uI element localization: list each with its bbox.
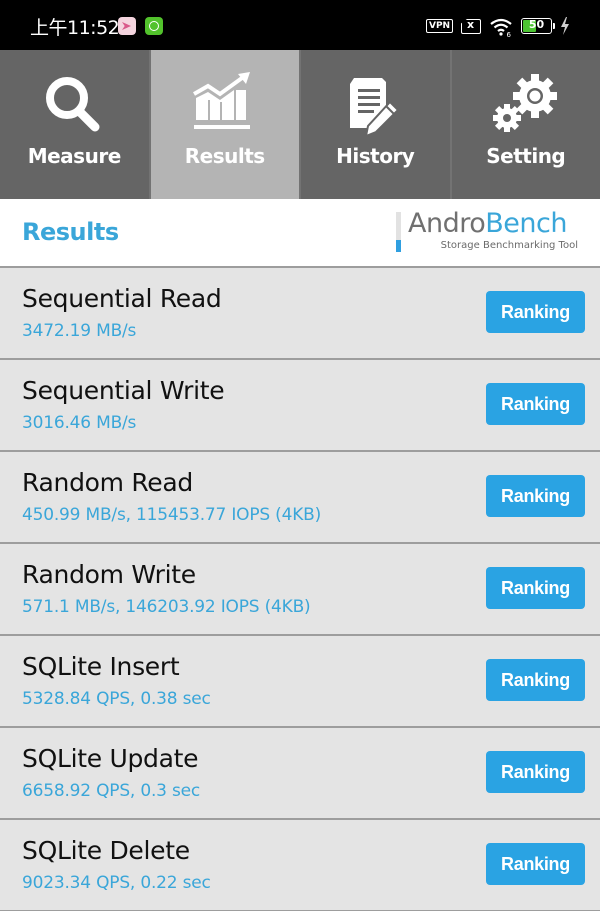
magnifier-icon bbox=[46, 77, 100, 132]
result-row-random-read: Random Read 450.99 MB/s, 115453.77 IOPS … bbox=[0, 452, 600, 544]
tab-results[interactable]: Results bbox=[150, 50, 301, 199]
result-name: Sequential Read bbox=[22, 284, 222, 313]
result-value: 9023.34 QPS, 0.22 sec bbox=[22, 873, 211, 893]
tab-bar: Measure Results History Setting bbox=[0, 50, 600, 199]
results-list: Sequential Read 3472.19 MB/s Ranking Seq… bbox=[0, 268, 600, 911]
ranking-button[interactable]: Ranking bbox=[486, 291, 585, 333]
battery-icon: 50 bbox=[521, 18, 552, 34]
result-value: 3016.46 MB/s bbox=[22, 413, 137, 433]
logo-wordmark: AndroBench bbox=[408, 208, 567, 239]
tab-setting[interactable]: Setting bbox=[451, 50, 600, 199]
clock: 上午11:52 bbox=[30, 17, 120, 39]
logo-bench: Bench bbox=[485, 208, 567, 239]
result-name: SQLite Delete bbox=[22, 836, 190, 865]
gears-icon bbox=[492, 74, 557, 132]
result-row-random-write: Random Write 571.1 MB/s, 146203.92 IOPS … bbox=[0, 544, 600, 636]
result-name: SQLite Update bbox=[22, 744, 199, 773]
result-row-sqlite-update: SQLite Update 6658.92 QPS, 0.3 sec Ranki… bbox=[0, 728, 600, 820]
wifi-sub-label: 6 bbox=[507, 31, 512, 37]
logo-subtitle: Storage Benchmarking Tool bbox=[440, 240, 578, 251]
logo-andro: Andro bbox=[408, 208, 486, 239]
logo-bar bbox=[396, 212, 401, 252]
android-app-icon bbox=[145, 17, 163, 35]
result-value: 450.99 MB/s, 115453.77 IOPS (4KB) bbox=[22, 505, 322, 525]
tab-label: History bbox=[336, 144, 415, 168]
wifi-icon: 6 bbox=[490, 18, 512, 37]
charging-icon bbox=[561, 17, 569, 35]
tab-history[interactable]: History bbox=[301, 50, 452, 199]
results-header: Results AndroBench Storage Benchmarking … bbox=[0, 199, 600, 268]
result-row-sequential-write: Sequential Write 3016.46 MB/s Ranking bbox=[0, 360, 600, 452]
tab-label: Setting bbox=[486, 144, 566, 168]
ranking-button[interactable]: Ranking bbox=[486, 659, 585, 701]
status-bar: 上午11:52 VPN x 6 50 bbox=[0, 0, 600, 50]
ranking-button[interactable]: Ranking bbox=[486, 843, 585, 885]
androbench-logo: AndroBench Storage Benchmarking Tool bbox=[396, 208, 586, 254]
result-name: Sequential Write bbox=[22, 376, 225, 405]
document-pencil-icon bbox=[349, 75, 400, 138]
page-title: Results bbox=[22, 218, 119, 246]
tab-label: Measure bbox=[27, 144, 122, 168]
result-value: 6658.92 QPS, 0.3 sec bbox=[22, 781, 201, 801]
result-row-sqlite-delete: SQLite Delete 9023.34 QPS, 0.22 sec Rank… bbox=[0, 820, 600, 911]
result-value: 3472.19 MB/s bbox=[22, 321, 137, 341]
paper-plane-app-icon bbox=[118, 17, 136, 35]
battery-tip bbox=[553, 23, 555, 29]
no-sim-mark: x bbox=[467, 18, 475, 31]
result-row-sqlite-insert: SQLite Insert 5328.84 QPS, 0.38 sec Rank… bbox=[0, 636, 600, 728]
result-name: SQLite Insert bbox=[22, 652, 180, 681]
tab-measure[interactable]: Measure bbox=[0, 50, 151, 199]
result-row-sequential-read: Sequential Read 3472.19 MB/s Ranking bbox=[0, 268, 600, 360]
ranking-button[interactable]: Ranking bbox=[486, 751, 585, 793]
vpn-icon: VPN bbox=[426, 19, 454, 33]
ranking-button[interactable]: Ranking bbox=[486, 475, 585, 517]
chart-icon bbox=[192, 72, 250, 129]
battery-level: 50 bbox=[528, 18, 545, 31]
no-sim-icon: x bbox=[461, 19, 481, 34]
result-name: Random Write bbox=[22, 560, 196, 589]
ranking-button[interactable]: Ranking bbox=[486, 567, 585, 609]
result-name: Random Read bbox=[22, 468, 193, 497]
ranking-button[interactable]: Ranking bbox=[486, 383, 585, 425]
result-value: 571.1 MB/s, 146203.92 IOPS (4KB) bbox=[22, 597, 311, 617]
tab-label: Results bbox=[184, 144, 265, 168]
result-value: 5328.84 QPS, 0.38 sec bbox=[22, 689, 211, 709]
